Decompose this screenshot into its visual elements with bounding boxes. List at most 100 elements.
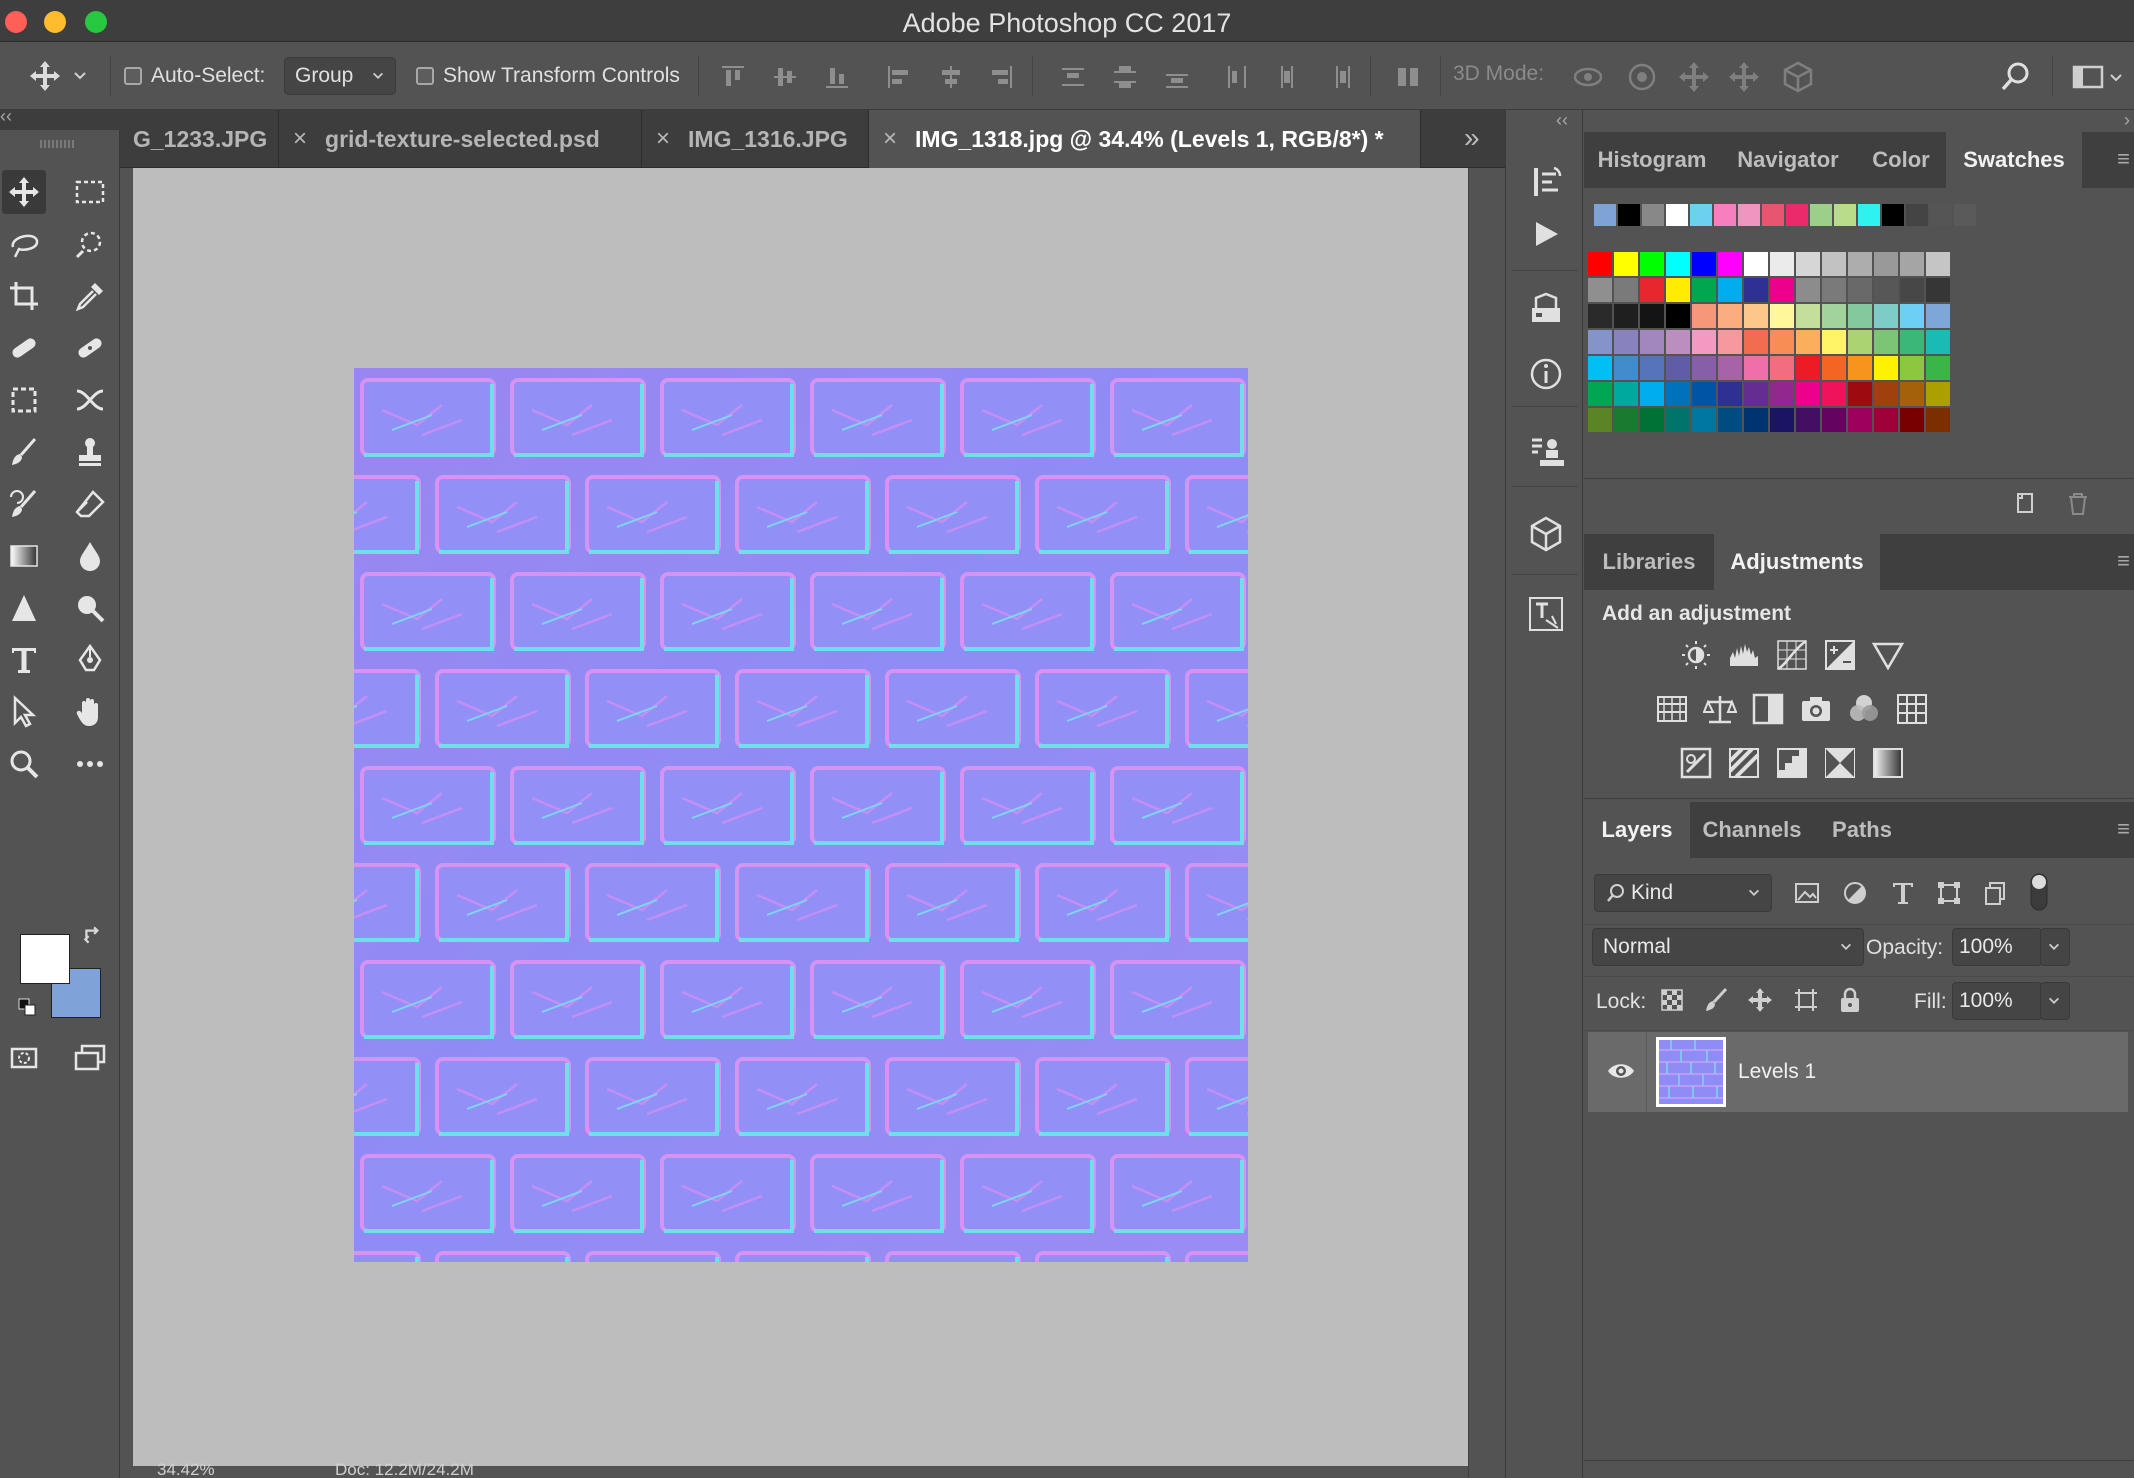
- color-swatch[interactable]: [1848, 330, 1872, 354]
- color-swatch[interactable]: [1848, 408, 1872, 432]
- color-swatch[interactable]: [1822, 382, 1846, 406]
- chevron-down-icon[interactable]: [2108, 59, 2132, 95]
- hand-icon[interactable]: [68, 690, 112, 734]
- 3d-panel-icon[interactable]: [1526, 514, 1566, 554]
- color-swatch[interactable]: [1926, 382, 1950, 406]
- layer-thumbnail[interactable]: [1656, 1037, 1726, 1107]
- dodge-icon[interactable]: [2, 586, 46, 630]
- align-left-icon[interactable]: [884, 62, 914, 92]
- 3d-roll-icon[interactable]: [1624, 59, 1660, 95]
- color-swatch[interactable]: [1692, 382, 1716, 406]
- color-swatch[interactable]: [1744, 408, 1768, 432]
- history-brush-icon[interactable]: [2, 482, 46, 526]
- color-swatch[interactable]: [1770, 356, 1794, 380]
- color-swatch[interactable]: [1718, 356, 1742, 380]
- delete-swatch-icon[interactable]: [2064, 490, 2092, 518]
- channel-mixer-icon[interactable]: [1847, 692, 1881, 726]
- color-swatch[interactable]: [1718, 304, 1742, 328]
- tab-img-1318-active[interactable]: × IMG_1318.jpg @ 34.4% (Levels 1, RGB/8*…: [869, 110, 1421, 168]
- color-swatch[interactable]: [1692, 278, 1716, 302]
- color-swatch[interactable]: [1770, 278, 1794, 302]
- recent-swatch[interactable]: [1930, 204, 1952, 226]
- color-swatch[interactable]: [1848, 356, 1872, 380]
- color-swatch[interactable]: [1666, 330, 1690, 354]
- tab-adjustments[interactable]: Adjustments: [1714, 534, 1880, 590]
- color-swatch[interactable]: [1770, 304, 1794, 328]
- visibility-eye-icon[interactable]: [1606, 1056, 1636, 1086]
- distribute-top-icon[interactable]: [1058, 62, 1088, 92]
- tab-navigator[interactable]: Navigator: [1720, 132, 1856, 188]
- crop-icon[interactable]: [2, 274, 46, 318]
- opacity-input[interactable]: 100%: [1952, 928, 2042, 966]
- recent-swatch[interactable]: [1666, 204, 1688, 226]
- filter-adjustment-layers-icon[interactable]: [1840, 878, 1870, 908]
- type-icon[interactable]: [2, 638, 46, 682]
- distribute-left-icon[interactable]: [1222, 62, 1252, 92]
- tab-grid-texture[interactable]: × grid-texture-selected.psd: [279, 110, 642, 168]
- move-tool-preset-picker[interactable]: [28, 42, 88, 110]
- color-swatch[interactable]: [1718, 382, 1742, 406]
- color-swatch[interactable]: [1718, 330, 1742, 354]
- clone-stamp-icon[interactable]: [68, 430, 112, 474]
- filter-shape-layers-icon[interactable]: [1934, 878, 1964, 908]
- color-swatch[interactable]: [1640, 278, 1664, 302]
- recent-swatch[interactable]: [1906, 204, 1928, 226]
- filter-smart-objects-icon[interactable]: [1980, 878, 2010, 908]
- color-swatch[interactable]: [1796, 356, 1820, 380]
- default-colors-icon[interactable]: [12, 992, 42, 1022]
- properties-panel-icon[interactable]: [1526, 290, 1566, 330]
- 3d-orbit-icon[interactable]: [1570, 59, 1606, 95]
- blur-icon[interactable]: [68, 534, 112, 578]
- info-icon[interactable]: [1526, 354, 1566, 394]
- align-horizontal-center-icon[interactable]: [936, 62, 966, 92]
- color-swatch[interactable]: [1900, 356, 1924, 380]
- color-swatch[interactable]: [1900, 278, 1924, 302]
- distribute-vertical-center-icon[interactable]: [1110, 62, 1140, 92]
- color-swatch[interactable]: [1588, 408, 1612, 432]
- color-swatch[interactable]: [1588, 356, 1612, 380]
- workspace-icon[interactable]: [2070, 59, 2106, 95]
- brush-icon[interactable]: [2, 430, 46, 474]
- layer-row-levels-1[interactable]: Levels 1: [1588, 1032, 2128, 1112]
- color-swatch[interactable]: [1796, 330, 1820, 354]
- levels-icon[interactable]: [1727, 638, 1761, 672]
- color-swatch[interactable]: [1588, 252, 1612, 276]
- distribute-right-icon[interactable]: [1324, 62, 1354, 92]
- tab-color[interactable]: Color: [1856, 132, 1946, 188]
- color-swatch[interactable]: [1822, 304, 1846, 328]
- color-swatch[interactable]: [1796, 382, 1820, 406]
- color-swatch[interactable]: [1874, 356, 1898, 380]
- distribute-bottom-icon[interactable]: [1162, 62, 1192, 92]
- tab-histogram[interactable]: Histogram: [1584, 132, 1720, 188]
- color-swatch[interactable]: [1614, 252, 1638, 276]
- color-swatch[interactable]: [1874, 278, 1898, 302]
- color-swatch[interactable]: [1666, 278, 1690, 302]
- color-swatch[interactable]: [1588, 330, 1612, 354]
- zoom-level[interactable]: 34.42%: [157, 1460, 215, 1478]
- vibrance-icon[interactable]: [1871, 638, 1905, 672]
- color-swatch[interactable]: [1900, 252, 1924, 276]
- color-swatch[interactable]: [1744, 356, 1768, 380]
- gradient-icon[interactable]: [2, 534, 46, 578]
- align-right-icon[interactable]: [986, 62, 1016, 92]
- color-swatch[interactable]: [1666, 252, 1690, 276]
- filter-type-layers-icon[interactable]: [1888, 878, 1918, 908]
- tab-img-1233[interactable]: G_1233.JPG: [133, 110, 279, 168]
- color-swatch[interactable]: [1822, 330, 1846, 354]
- align-vertical-center-icon[interactable]: [770, 62, 800, 92]
- recent-swatch[interactable]: [1618, 204, 1640, 226]
- panel-grip[interactable]: [40, 140, 76, 148]
- black-white-icon[interactable]: [1751, 692, 1785, 726]
- color-swatch[interactable]: [1926, 252, 1950, 276]
- move-tool-icon[interactable]: [2, 170, 46, 214]
- history-panel-icon[interactable]: [1526, 162, 1566, 202]
- color-swatch[interactable]: [1822, 356, 1846, 380]
- color-swatch[interactable]: [1744, 278, 1768, 302]
- color-swatch[interactable]: [1640, 252, 1664, 276]
- fill-slider-toggle[interactable]: [2040, 982, 2070, 1020]
- 3d-scale-icon[interactable]: [1780, 59, 1816, 95]
- screen-mode-icon[interactable]: [68, 1036, 112, 1080]
- lock-image-pixels-icon[interactable]: [1702, 986, 1730, 1014]
- spot-healing-icon[interactable]: [2, 326, 46, 370]
- color-swatch[interactable]: [1926, 330, 1950, 354]
